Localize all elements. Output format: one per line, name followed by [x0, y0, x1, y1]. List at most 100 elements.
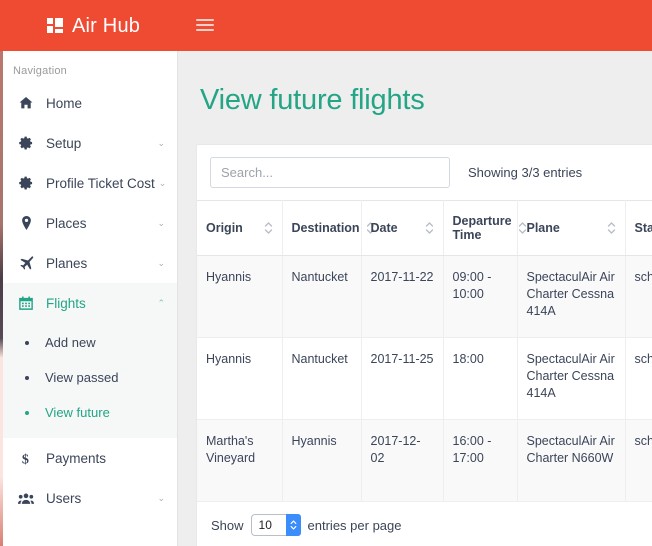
entries-per-page-select[interactable]: 10 25 50 100 [251, 514, 301, 536]
cell-departure-time: 09:00 - 10:00 [443, 256, 517, 338]
sort-icon[interactable] [607, 221, 616, 235]
cell-origin: Hyannis [197, 256, 282, 338]
cell-status: sch [625, 420, 652, 502]
sidebar-item-label: Planes [46, 256, 153, 271]
page-title: View future flights [200, 84, 652, 117]
sidebar-item-flights[interactable]: Flights ⌃ [3, 283, 177, 323]
sidebar-item-label: Setup [46, 136, 153, 151]
sort-icon[interactable] [518, 221, 527, 235]
top-navbar: Air Hub [0, 0, 652, 51]
sidebar-submenu-flights: Add new View passed View future [3, 323, 177, 438]
chevron-down-icon: ⌄ [157, 219, 165, 228]
sidebar-item-label: Payments [46, 451, 161, 466]
sidebar-item-places[interactable]: Places ⌄ [3, 203, 177, 243]
users-icon [15, 492, 37, 505]
bullet-icon [25, 376, 29, 380]
sidebar-item-label: Places [46, 216, 153, 231]
calendar-icon [15, 296, 37, 310]
map-pin-icon [15, 216, 37, 230]
column-header-origin[interactable]: Origin [197, 201, 282, 256]
entries-per-page-wrap: 10 25 50 100 [244, 514, 308, 536]
sidebar-subitem-view-passed[interactable]: View passed [3, 360, 177, 395]
table-body: Hyannis Nantucket 2017-11-22 09:00 - 10:… [197, 256, 652, 502]
cell-origin: Hyannis [197, 338, 282, 420]
column-header-plane[interactable]: Plane [517, 201, 625, 256]
cell-plane: SpectaculAir Air Charter Cessna 414A [517, 338, 625, 420]
sidebar-item-home[interactable]: Home [3, 83, 177, 123]
flights-table: Origin Destination [197, 200, 652, 502]
cell-destination: Nantucket [282, 256, 361, 338]
cell-status: sch [625, 338, 652, 420]
sidebar-subitem-add-new[interactable]: Add new [3, 325, 177, 360]
bullet-icon [25, 341, 29, 345]
sidebar-section-label: Navigation [3, 51, 177, 83]
main-content: View future flights Showing 3/3 entries … [179, 51, 652, 546]
chevron-up-icon: ⌃ [157, 299, 165, 308]
sidebar-item-setup[interactable]: Setup ⌄ [3, 123, 177, 163]
sidebar-group-flights: Flights ⌃ Add new View passed View futur… [3, 283, 177, 438]
navbar-brand-zone: Air Hub [0, 0, 178, 51]
cell-departure-time: 16:00 - 17:00 [443, 420, 517, 502]
brand-title: Air Hub [72, 16, 140, 36]
cell-plane: SpectaculAir Air Charter Cessna 414A [517, 256, 625, 338]
cell-status: sch [625, 256, 652, 338]
chevron-down-icon: ⌄ [159, 179, 167, 188]
grid-logo-icon [47, 18, 63, 33]
navbar-right-zone [178, 0, 652, 51]
table-row[interactable]: Hyannis Nantucket 2017-11-25 18:00 Spect… [197, 338, 652, 420]
sidebar-subitem-label: View future [45, 405, 110, 420]
cell-plane: SpectaculAir Air Charter N660W [517, 420, 625, 502]
table-toolbar: Showing 3/3 entries [197, 145, 652, 200]
brand-logo-link[interactable]: Air Hub [47, 16, 140, 36]
gear-icon [15, 136, 37, 150]
sidebar-item-users[interactable]: Users ⌄ [3, 478, 177, 518]
sidebar-subitem-view-future[interactable]: View future [3, 395, 177, 430]
sidebar-subitem-label: View passed [45, 370, 118, 385]
cell-date: 2017-11-22 [361, 256, 443, 338]
flights-table-card: Showing 3/3 entries Origin [196, 144, 652, 502]
table-row[interactable]: Martha's Vineyard Hyannis 2017-12-02 16:… [197, 420, 652, 502]
bullet-icon [25, 411, 29, 415]
cell-destination: Hyannis [282, 420, 361, 502]
table-header-row: Origin Destination [197, 201, 652, 256]
table-header: Origin Destination [197, 201, 652, 256]
chevron-down-icon: ⌄ [157, 259, 165, 268]
column-header-label: Origin [206, 221, 243, 235]
column-header-status[interactable]: Status [625, 201, 652, 256]
showing-entries-label: Showing 3/3 entries [468, 165, 582, 180]
hamburger-icon[interactable] [195, 14, 218, 36]
sidebar-item-label: Profile Ticket Cost [46, 176, 155, 191]
left-edge-gutter-lower [0, 51, 3, 546]
sidebar-item-planes[interactable]: Planes ⌄ [3, 243, 177, 283]
app-root: Air Hub Navigation Home Setup ⌄ [0, 0, 652, 546]
gear-icon [15, 176, 37, 190]
table-row[interactable]: Hyannis Nantucket 2017-11-22 09:00 - 10:… [197, 256, 652, 338]
sidebar-item-profile-ticket-cost[interactable]: Profile Ticket Cost ⌄ [3, 163, 177, 203]
column-header-destination[interactable]: Destination [282, 201, 361, 256]
column-header-label: Date [371, 221, 398, 235]
column-header-date[interactable]: Date [361, 201, 443, 256]
sidebar-item-payments[interactable]: $ Payments [3, 438, 177, 478]
svg-text:$: $ [21, 451, 28, 465]
sidebar-item-label: Users [46, 491, 153, 506]
table-footer: Show 10 25 50 100 entries per page [196, 502, 652, 546]
sort-icon[interactable] [425, 221, 434, 235]
cell-date: 2017-12-02 [361, 420, 443, 502]
column-header-departure-time[interactable]: Departure Time [443, 201, 517, 256]
search-input[interactable] [210, 157, 450, 188]
column-header-label: Destination [292, 221, 360, 235]
sidebar-item-label: Home [46, 96, 161, 111]
show-label: Show [211, 518, 244, 533]
plane-icon [15, 256, 37, 270]
home-icon [15, 96, 37, 110]
column-header-label: Status [635, 221, 652, 235]
sort-icon[interactable] [264, 221, 273, 235]
sidebar-subitem-label: Add new [45, 335, 96, 350]
sidebar: Navigation Home Setup ⌄ Profile Ticket C… [3, 51, 178, 546]
cell-destination: Nantucket [282, 338, 361, 420]
sidebar-item-label: Flights [46, 296, 153, 311]
chevron-down-icon: ⌄ [157, 494, 165, 503]
cell-origin: Martha's Vineyard [197, 420, 282, 502]
dollar-icon: $ [15, 451, 37, 466]
chevron-down-icon: ⌄ [157, 139, 165, 148]
